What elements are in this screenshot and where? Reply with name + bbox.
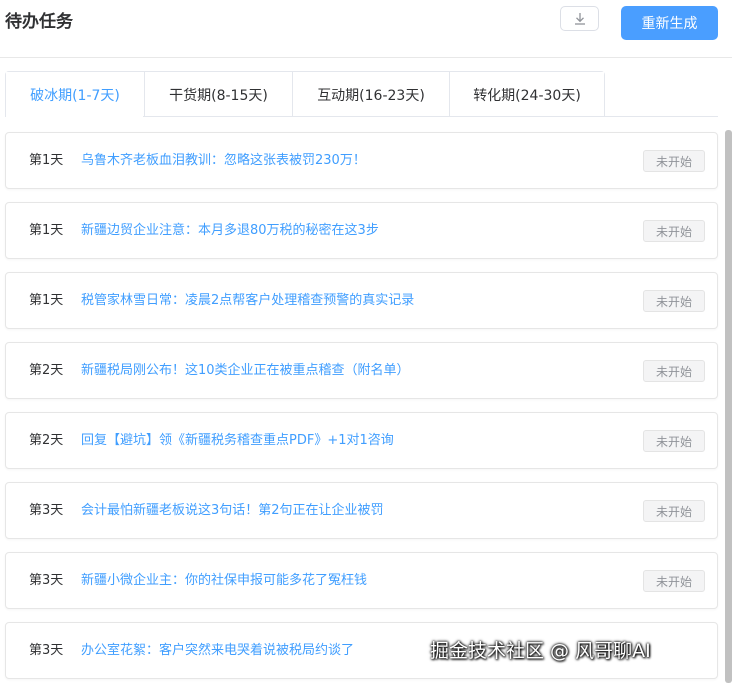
task-title-link[interactable]: 新疆边贸企业注意：本月多退80万税的秘密在这3步 bbox=[81, 203, 379, 258]
task-item: 第2天 回复【避坑】领《新疆税务稽查重点PDF》+1对1咨询 未开始 bbox=[5, 412, 718, 469]
tab-content[interactable]: 干货期(8-15天) bbox=[144, 72, 292, 117]
status-badge: 未开始 bbox=[643, 570, 705, 592]
status-badge: 未开始 bbox=[643, 290, 705, 312]
tab-interaction[interactable]: 互动期(16-23天) bbox=[292, 72, 449, 117]
task-day: 第3天 bbox=[29, 643, 64, 658]
task-panel: 待办任务 重新生成 破冰期(1-7天) 干货期(8-15天) 互动期(16-23… bbox=[0, 0, 732, 683]
task-title-link[interactable]: 新疆小微企业主：你的社保申报可能多花了冤枉钱 bbox=[81, 553, 367, 608]
task-title-link[interactable]: 新疆税局刚公布！这10类企业正在被重点稽查（附名单） bbox=[81, 343, 410, 398]
page-title: 待办任务 bbox=[5, 12, 73, 32]
task-day: 第3天 bbox=[29, 503, 64, 518]
task-item: 第2天 新疆税局刚公布！这10类企业正在被重点稽查（附名单） 未开始 bbox=[5, 342, 718, 399]
task-title-link[interactable]: 会计最怕新疆老板说这3句话！第2句正在让企业被罚 bbox=[81, 483, 384, 538]
header: 待办任务 重新生成 bbox=[0, 0, 732, 58]
status-badge: 未开始 bbox=[643, 150, 705, 172]
task-title-link[interactable]: 乌鲁木齐老板血泪教训：忽略这张表被罚230万！ bbox=[81, 133, 366, 188]
task-item: 第1天 新疆边贸企业注意：本月多退80万税的秘密在这3步 未开始 bbox=[5, 202, 718, 259]
watermark: 掘金技术社区 @ 风哥聊AI bbox=[430, 640, 651, 662]
phase-tabs: 破冰期(1-7天) 干货期(8-15天) 互动期(16-23天) 转化期(24-… bbox=[5, 71, 605, 117]
download-icon bbox=[574, 12, 585, 25]
task-day: 第2天 bbox=[29, 433, 64, 448]
task-day: 第2天 bbox=[29, 363, 64, 378]
task-day: 第1天 bbox=[29, 293, 64, 308]
task-day: 第3天 bbox=[29, 573, 64, 588]
status-badge: 未开始 bbox=[643, 430, 705, 452]
task-item: 第1天 税管家林雪日常：凌晨2点帮客户处理稽查预警的真实记录 未开始 bbox=[5, 272, 718, 329]
task-title-link[interactable]: 回复【避坑】领《新疆税务稽查重点PDF》+1对1咨询 bbox=[81, 413, 394, 468]
scrollbar[interactable] bbox=[725, 130, 732, 683]
task-day: 第1天 bbox=[29, 223, 64, 238]
status-badge: 未开始 bbox=[643, 500, 705, 522]
task-item: 第3天 会计最怕新疆老板说这3句话！第2句正在让企业被罚 未开始 bbox=[5, 482, 718, 539]
status-badge: 未开始 bbox=[643, 360, 705, 382]
task-title-link[interactable]: 税管家林雪日常：凌晨2点帮客户处理稽查预警的真实记录 bbox=[81, 273, 414, 328]
task-item: 第3天 新疆小微企业主：你的社保申报可能多花了冤枉钱 未开始 bbox=[5, 552, 718, 609]
tab-icebreak[interactable]: 破冰期(1-7天) bbox=[6, 72, 144, 117]
regenerate-button[interactable]: 重新生成 bbox=[621, 6, 718, 40]
task-title-link[interactable]: 办公室花絮：客户突然来电哭着说被税局约谈了 bbox=[81, 623, 354, 678]
download-button[interactable] bbox=[560, 6, 599, 31]
task-item: 第1天 乌鲁木齐老板血泪教训：忽略这张表被罚230万！ 未开始 bbox=[5, 132, 718, 189]
task-day: 第1天 bbox=[29, 153, 64, 168]
status-badge: 未开始 bbox=[643, 220, 705, 242]
tab-conversion[interactable]: 转化期(24-30天) bbox=[449, 72, 604, 117]
